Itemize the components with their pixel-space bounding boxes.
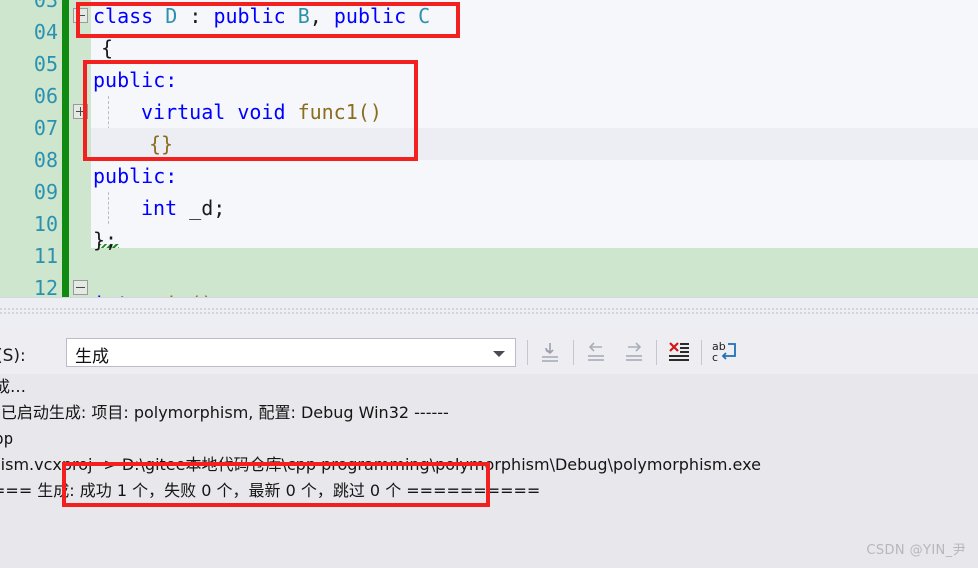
code-editor[interactable]: 03 04 05 06 07 08 09 10 11 12 class D : … (0, 0, 978, 297)
toolbar-separator (527, 340, 528, 365)
watermark: CSDN @YIN_尹 (866, 543, 966, 558)
fold-margin[interactable] (69, 0, 146, 297)
toolbar-separator (656, 340, 657, 365)
keyword-void: void (237, 100, 286, 124)
output-line: 成… (0, 377, 27, 396)
line-number: 12 (33, 276, 58, 297)
line-number-gutter: 03 04 05 06 07 08 09 10 11 12 (0, 0, 62, 297)
member-variable-d: _d; (177, 196, 226, 220)
output-line: orphism.vcxproj -> D:\gitee本地代码仓库\cpp pr… (0, 455, 761, 474)
output-text-area[interactable]: 成… - 已启动生成: 项目: polymorphism, 配置: Debug … (0, 374, 978, 568)
output-panel[interactable]: 来源(S): 生成 (0, 330, 978, 568)
clear-all-icon[interactable] (663, 336, 695, 368)
keyword-int: int (141, 196, 178, 220)
code-line-public-1[interactable]: public: (93, 64, 177, 96)
word-wrap-icon[interactable]: ab c (708, 336, 740, 368)
code-line-close-brace[interactable]: }; (93, 224, 117, 256)
source-label: 来源(S): (0, 341, 26, 366)
code-line-open-brace[interactable]: { (101, 32, 113, 64)
line-number: 05 (33, 52, 58, 76)
fold-collapse-icon[interactable] (73, 280, 88, 295)
comma-token: , (309, 4, 334, 28)
output-line-build-summary: === 生成: 成功 1 个，失败 0 个，最新 0 个，跳过 0 个 ====… (0, 481, 541, 500)
line-number: 04 (33, 20, 58, 44)
keyword-public-c: public (333, 4, 407, 28)
output-line: pp (0, 429, 14, 448)
line-number: 06 (33, 84, 58, 108)
empty-body-token: {} (149, 132, 174, 156)
svg-text:c: c (712, 351, 718, 364)
change-indicator-bar (62, 0, 69, 297)
brace-open-token: { (101, 36, 114, 60)
brace-close-token: }; (93, 228, 118, 252)
access-specifier-public: public: (93, 164, 178, 188)
panel-splitter[interactable] (0, 297, 978, 331)
code-line-empty-body[interactable]: {} (91, 128, 978, 160)
base-class-c: C (418, 4, 431, 28)
function-name-func1: func1 (297, 100, 358, 124)
line-number: 08 (33, 148, 58, 172)
code-line-member-d[interactable]: int _d; (141, 192, 225, 224)
type-name-d: D (165, 4, 178, 28)
navigate-next-icon[interactable] (618, 336, 650, 368)
code-line-main[interactable]: int main() (93, 288, 213, 297)
fold-collapse-icon[interactable] (73, 8, 88, 23)
output-source-value: 生成 (75, 347, 109, 367)
goto-message-icon[interactable] (534, 336, 566, 368)
parens-token: () (357, 100, 382, 124)
keyword-public-b: public (213, 4, 286, 28)
line-number: 07 (33, 116, 58, 140)
chevron-down-icon[interactable] (493, 351, 505, 357)
screenshot-root: 03 04 05 06 07 08 09 10 11 12 class D : … (0, 0, 978, 568)
navigate-previous-icon[interactable] (580, 336, 612, 368)
output-toolbar[interactable]: 来源(S): 生成 (0, 330, 978, 374)
keyword-class: class (93, 4, 154, 28)
source-label-text: 来源(S): (0, 346, 26, 366)
fold-expand-icon[interactable] (73, 104, 88, 119)
output-source-dropdown[interactable]: 生成 (66, 338, 516, 367)
output-line: - 已启动生成: 项目: polymorphism, 配置: Debug Win… (0, 403, 449, 422)
code-line-virtual-func1[interactable]: virtual void func1() (141, 96, 382, 128)
line-number: 11 (33, 244, 58, 268)
keyword-virtual: virtual (141, 100, 226, 124)
line-number: 09 (33, 180, 58, 204)
base-class-b: B (297, 4, 310, 28)
code-line-public-2[interactable]: public: (93, 160, 177, 192)
line-number: 03 (33, 0, 58, 12)
toolbar-separator (701, 340, 702, 365)
code-line-class-decl[interactable]: class D : public B, public C (93, 0, 430, 32)
indent-guide (108, 192, 109, 224)
splitter-grip[interactable] (0, 308, 978, 315)
toolbar-separator (573, 340, 574, 365)
access-specifier-public: public: (93, 68, 178, 92)
line-number: 10 (33, 212, 58, 236)
colon-token: : (177, 4, 214, 28)
